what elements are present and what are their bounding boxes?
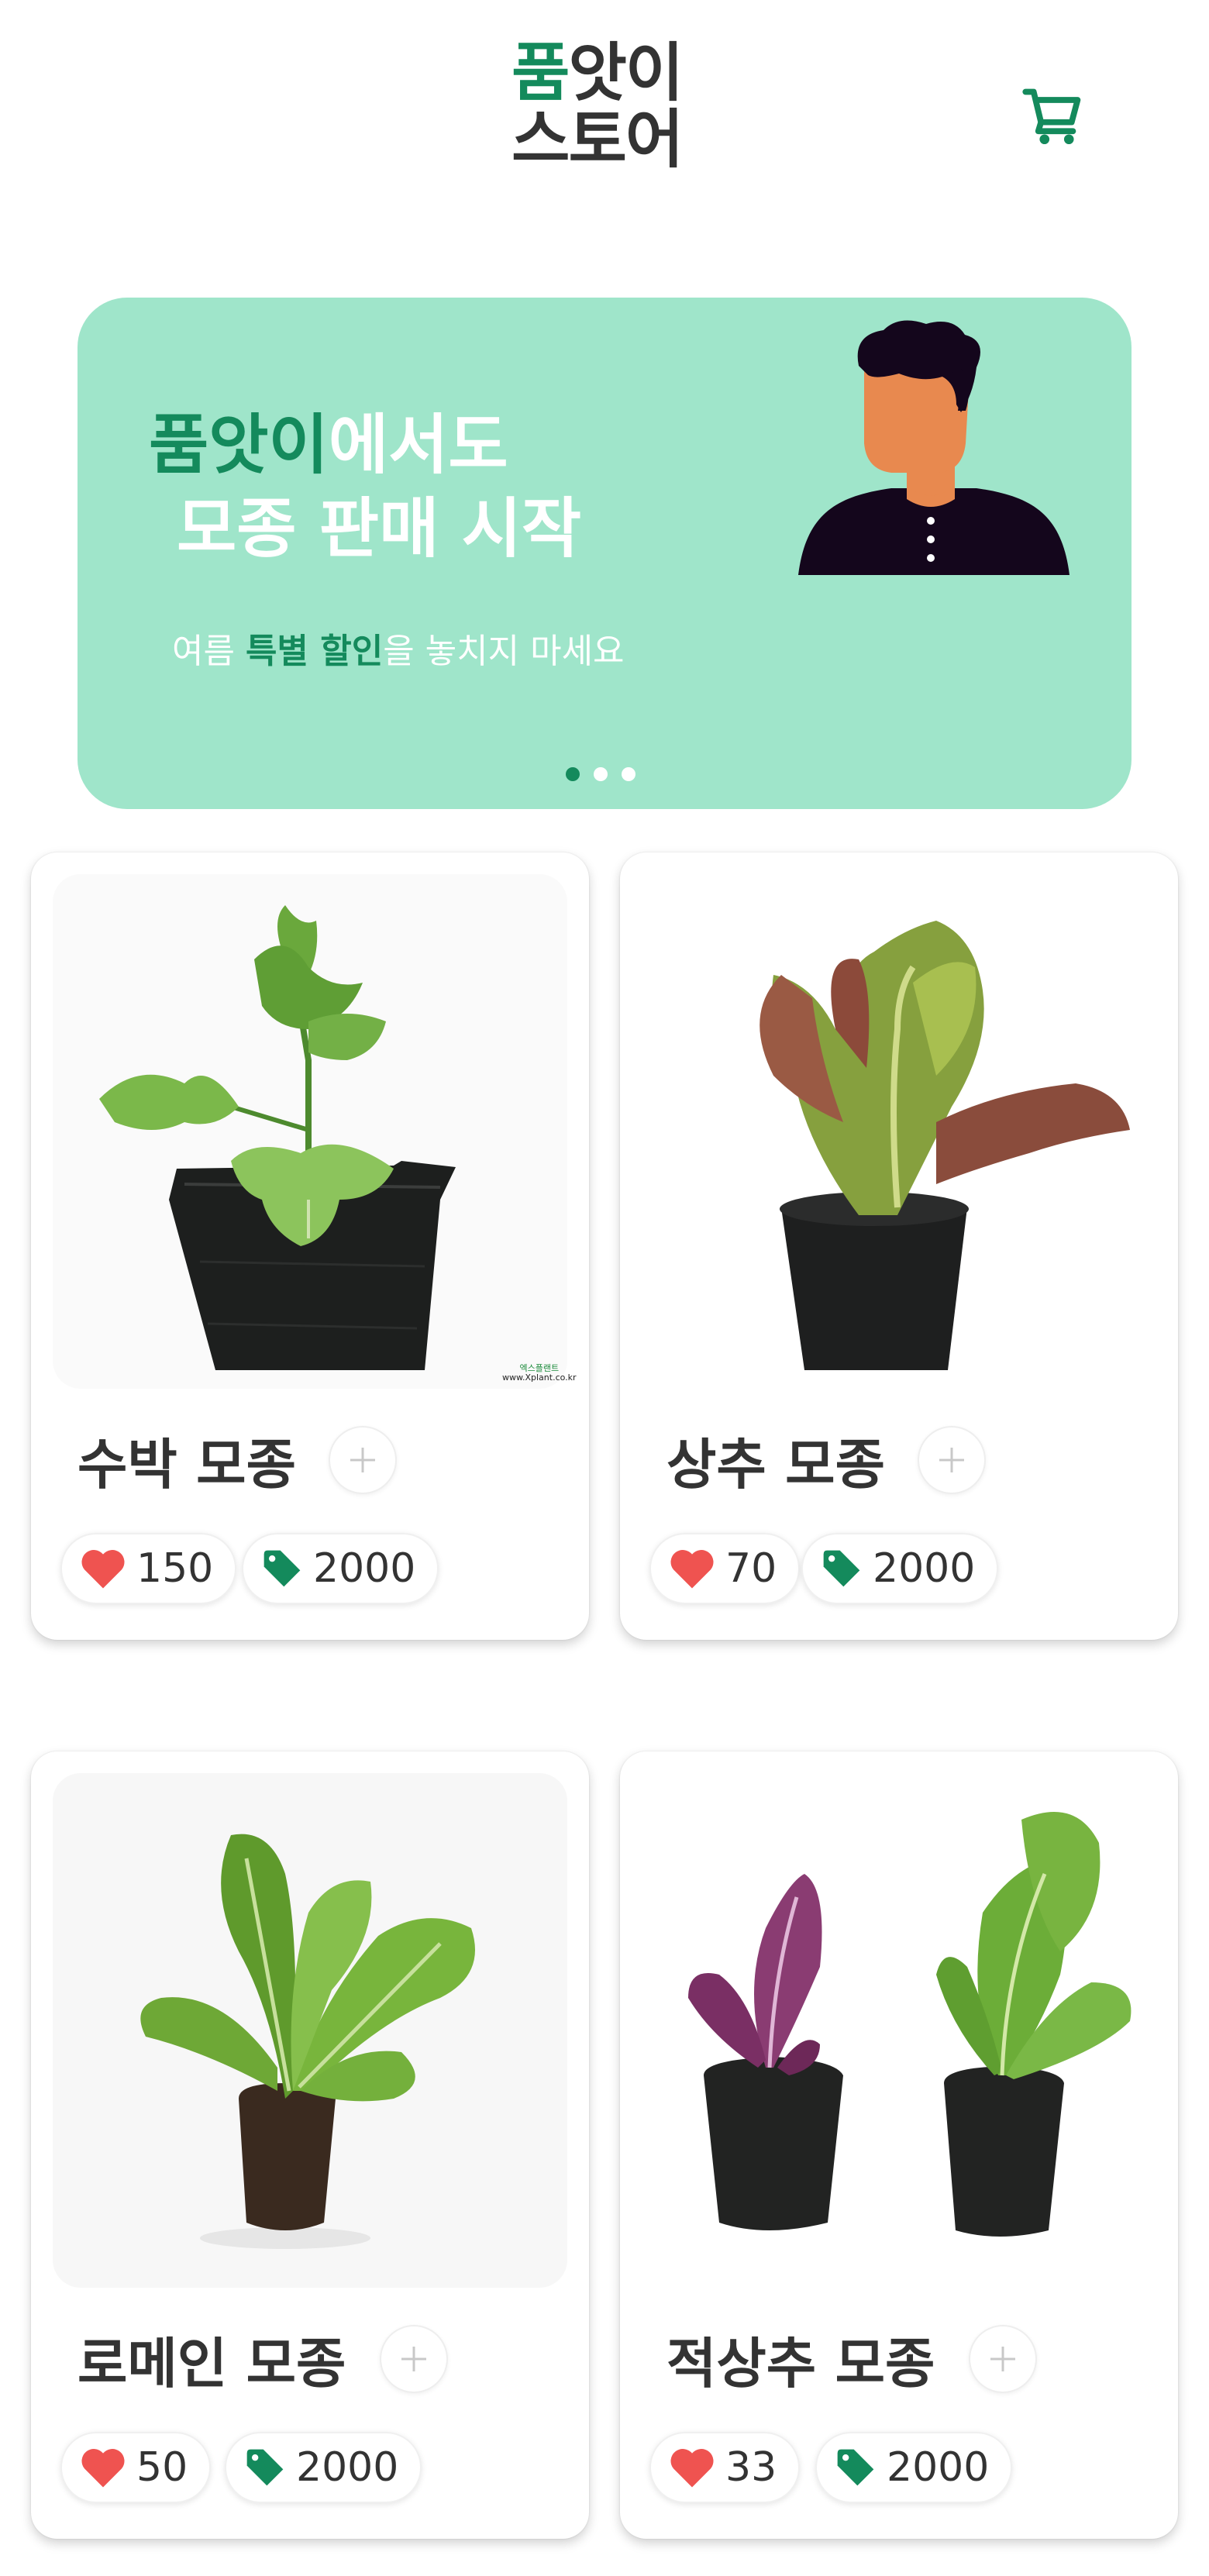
banner-title: 품앗이에서도 모종 판매 시작 [149,407,582,567]
person-illustration [790,319,1077,575]
likes-badge[interactable]: 150 [60,1533,237,1604]
product-name: 로메인 모종 [78,2332,346,2395]
product-card[interactable]: 적상추 모종 33 2000 [620,1751,1178,2539]
product-card[interactable]: 엑스플랜트 www.Xplant.co.kr 수박 모종 150 2000 [31,852,589,1640]
heart-icon [670,1550,714,1589]
carousel-dot[interactable] [594,767,608,781]
product-name: 상추 모종 [666,1433,885,1496]
likes-badge[interactable]: 33 [649,2432,801,2503]
store-logo: 품앗이 스토어 [512,36,684,177]
price-tag-icon [246,2449,284,2486]
heart-icon [81,1550,125,1589]
price-tag-icon [264,1550,301,1587]
add-to-cart-button[interactable] [918,1426,986,1494]
product-card[interactable]: 로메인 모종 50 2000 [31,1751,589,2539]
price-badge: 2000 [242,1533,439,1604]
image-watermark: 엑스플랜트 www.Xplant.co.kr [502,1363,577,1383]
likes-badge[interactable]: 70 [649,1533,801,1604]
price-tag-icon [823,1550,860,1587]
product-card[interactable]: 상추 모종 70 2000 [620,852,1178,1640]
product-name: 적상추 모종 [666,2332,935,2395]
carousel-dot[interactable] [622,767,636,781]
price-tag-icon [837,2449,874,2486]
banner-subtitle: 여름 특별 할인을 놓치지 마세요 [172,632,625,671]
price-badge: 2000 [801,1533,999,1604]
product-image [642,1773,1156,2288]
product-name: 수박 모종 [78,1433,296,1496]
heart-icon [670,2449,714,2488]
plus-icon [401,2347,426,2371]
product-image [53,1773,567,2288]
carousel-dot[interactable] [566,767,580,781]
plus-icon [939,1448,964,1472]
plus-icon [350,1448,375,1472]
product-image [642,874,1156,1389]
price-badge: 2000 [225,2432,422,2503]
shopping-cart-icon[interactable] [1021,84,1087,149]
add-to-cart-button[interactable] [969,2325,1037,2393]
add-to-cart-button[interactable] [380,2325,448,2393]
likes-badge[interactable]: 50 [60,2432,212,2503]
price-badge: 2000 [815,2432,1013,2503]
plus-icon [990,2347,1015,2371]
add-to-cart-button[interactable] [329,1426,397,1494]
product-image: 엑스플랜트 www.Xplant.co.kr [53,874,577,1389]
app-header: 품앗이 스토어 [0,0,1209,256]
promo-banner[interactable]: 품앗이에서도 모종 판매 시작 여름 특별 할인을 놓치지 마세요 [78,298,1132,809]
heart-icon [81,2449,125,2488]
carousel-indicator[interactable] [566,767,636,781]
